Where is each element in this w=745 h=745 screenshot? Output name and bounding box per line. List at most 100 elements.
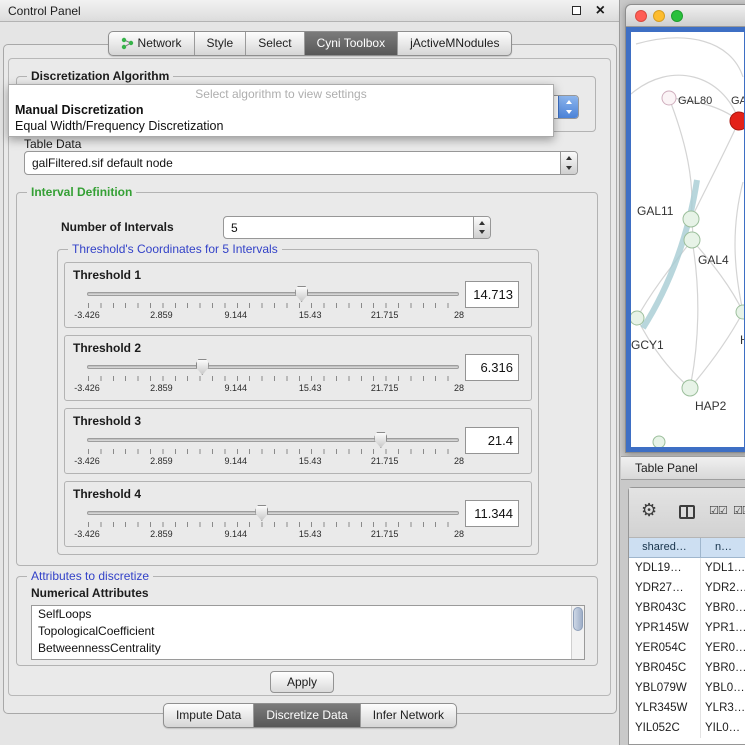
- slider-thumb[interactable]: [374, 432, 387, 448]
- attributes-group-label: Attributes to discretize: [27, 569, 153, 583]
- threshold-3-value-field[interactable]: 21.4: [465, 427, 519, 454]
- combobox-stepper-icon[interactable]: [560, 152, 577, 174]
- table-row[interactable]: YPR145W YPR1…: [629, 618, 745, 638]
- network-node-selected[interactable]: [730, 112, 744, 130]
- minimize-traffic-light-icon[interactable]: [653, 10, 665, 22]
- gear-icon[interactable]: ⚙: [641, 500, 657, 521]
- table-row[interactable]: YBR045C YBR0…: [629, 658, 745, 678]
- bottom-tab-group: Impute Data Discretize Data Infer Networ…: [163, 703, 457, 728]
- attributes-scrollbar[interactable]: [571, 606, 584, 659]
- table-cell[interactable]: YBR043C: [629, 598, 701, 618]
- slider-thumb[interactable]: [196, 359, 209, 375]
- tab-network[interactable]: Network: [109, 32, 195, 55]
- scale-label: 2.859: [150, 383, 173, 393]
- threshold-label: Threshold 3: [73, 414, 141, 428]
- table-row[interactable]: YBR043C YBR0…: [629, 598, 745, 618]
- table-cell[interactable]: YDL1…: [701, 558, 745, 578]
- tab-cyni-toolbox[interactable]: Cyni Toolbox: [305, 32, 398, 55]
- threshold-4-value-field[interactable]: 11.344: [465, 500, 519, 527]
- table-cell[interactable]: YPR1…: [701, 618, 745, 638]
- threshold-2-value-field[interactable]: 6.316: [465, 354, 519, 381]
- table-row[interactable]: YER054C YER0…: [629, 638, 745, 658]
- table-cell[interactable]: YBL079W: [629, 678, 701, 698]
- number-of-intervals-value: 5: [231, 217, 468, 239]
- attributes-list[interactable]: SelfLoops TopologicalCoefficient Between…: [31, 605, 585, 660]
- table-cell[interactable]: YER054C: [629, 638, 701, 658]
- table-cell[interactable]: YBR0…: [701, 658, 745, 678]
- threshold-1-panel: Threshold 1 -3.426 2.859 9.144 15.43 21.…: [64, 262, 532, 328]
- network-node[interactable]: [662, 91, 676, 105]
- tab-discretize-data[interactable]: Discretize Data: [254, 704, 360, 727]
- combobox-stepper-icon[interactable]: [558, 96, 578, 118]
- table-cell[interactable]: YBR045C: [629, 658, 701, 678]
- table-cell[interactable]: YDR27…: [629, 578, 701, 598]
- scale-label: 2.859: [150, 310, 173, 320]
- threshold-1-value-field[interactable]: 14.713: [465, 281, 519, 308]
- tab-select[interactable]: Select: [246, 32, 304, 55]
- table-row[interactable]: YBL079W YBL0…: [629, 678, 745, 698]
- dropdown-item-equal-width[interactable]: Equal Width/Frequency Discretization: [9, 118, 553, 134]
- dropdown-item-manual-discretization[interactable]: Manual Discretization: [9, 102, 553, 118]
- table-row[interactable]: YLR345W YLR3…: [629, 698, 745, 718]
- network-node[interactable]: [682, 380, 698, 396]
- network-node[interactable]: [631, 311, 644, 325]
- slider-track[interactable]: [87, 511, 459, 515]
- tab-style[interactable]: Style: [195, 32, 247, 55]
- select-all-checkboxes-icon[interactable]: ☑☑: [709, 504, 727, 517]
- tab-infer-network[interactable]: Infer Network: [361, 704, 456, 727]
- dropdown-placeholder-item[interactable]: Select algorithm to view settings: [9, 85, 553, 102]
- table-cell[interactable]: YIL052C: [629, 718, 701, 738]
- table-cell[interactable]: YPR145W: [629, 618, 701, 638]
- highlighted-edge[interactable]: [643, 180, 697, 328]
- network-node[interactable]: [683, 211, 699, 227]
- close-icon[interactable]: ×: [596, 0, 605, 21]
- table-row[interactable]: YDL19… YDL1…: [629, 558, 745, 578]
- tab-select-label: Select: [258, 32, 291, 55]
- column-header-shared-name[interactable]: shared…: [629, 538, 701, 558]
- scale-label: 28: [454, 383, 464, 393]
- threshold-3-slider[interactable]: -3.426 2.859 9.144 15.43 21.715 28: [87, 432, 459, 470]
- tab-cyni-toolbox-label: Cyni Toolbox: [317, 32, 385, 55]
- number-of-intervals-combobox[interactable]: 5: [223, 216, 491, 239]
- table-cell[interactable]: YDL19…: [629, 558, 701, 578]
- network-node[interactable]: [736, 305, 744, 319]
- table-cell[interactable]: YBR0…: [701, 598, 745, 618]
- network-node[interactable]: [684, 232, 700, 248]
- close-traffic-light-icon[interactable]: [635, 10, 647, 22]
- network-node[interactable]: [653, 436, 665, 447]
- slider-track[interactable]: [87, 438, 459, 442]
- table-data-combobox[interactable]: galFiltered.sif default node: [24, 151, 578, 175]
- list-item[interactable]: SelfLoops: [32, 606, 584, 623]
- table-cell[interactable]: YDR2…: [701, 578, 745, 598]
- table-cell[interactable]: YIL0…: [701, 718, 745, 738]
- network-node-label: GAL80: [678, 95, 712, 107]
- tab-impute-data[interactable]: Impute Data: [164, 704, 254, 727]
- zoom-traffic-light-icon[interactable]: [671, 10, 683, 22]
- scrollbar-thumb[interactable]: [573, 607, 583, 631]
- table-cell[interactable]: YLR3…: [701, 698, 745, 718]
- column-header-name[interactable]: n…: [701, 538, 745, 558]
- tab-jactivemnodules[interactable]: jActiveMNodules: [398, 32, 511, 55]
- table-cell[interactable]: YLR345W: [629, 698, 701, 718]
- network-canvas[interactable]: GAL80 GA GAL11 GAL4 GCY1 HAP2 H: [631, 32, 744, 447]
- table-cell[interactable]: YER0…: [701, 638, 745, 658]
- float-window-icon[interactable]: [572, 6, 581, 15]
- list-item[interactable]: TopologicalCoefficient: [32, 623, 584, 640]
- apply-button[interactable]: Apply: [270, 671, 334, 693]
- slider-thumb[interactable]: [295, 286, 308, 302]
- combobox-stepper-icon[interactable]: [473, 217, 490, 238]
- network-window-titlebar[interactable]: [626, 5, 745, 27]
- select-some-checkboxes-icon[interactable]: ☑☑: [733, 504, 745, 517]
- slider-ticks: [88, 303, 458, 308]
- list-item[interactable]: BetweennessCentrality: [32, 640, 584, 657]
- slider-thumb[interactable]: [255, 505, 268, 521]
- threshold-4-slider[interactable]: -3.426 2.859 9.144 15.43 21.715 28: [87, 505, 459, 543]
- table-cell[interactable]: YBL0…: [701, 678, 745, 698]
- columns-icon[interactable]: [679, 505, 695, 519]
- slider-track[interactable]: [87, 292, 459, 296]
- threshold-2-slider[interactable]: -3.426 2.859 9.144 15.43 21.715 28: [87, 359, 459, 397]
- threshold-1-slider[interactable]: -3.426 2.859 9.144 15.43 21.715 28: [87, 286, 459, 324]
- slider-track[interactable]: [87, 365, 459, 369]
- table-row[interactable]: YIL052C YIL0…: [629, 718, 745, 738]
- table-row[interactable]: YDR27… YDR2…: [629, 578, 745, 598]
